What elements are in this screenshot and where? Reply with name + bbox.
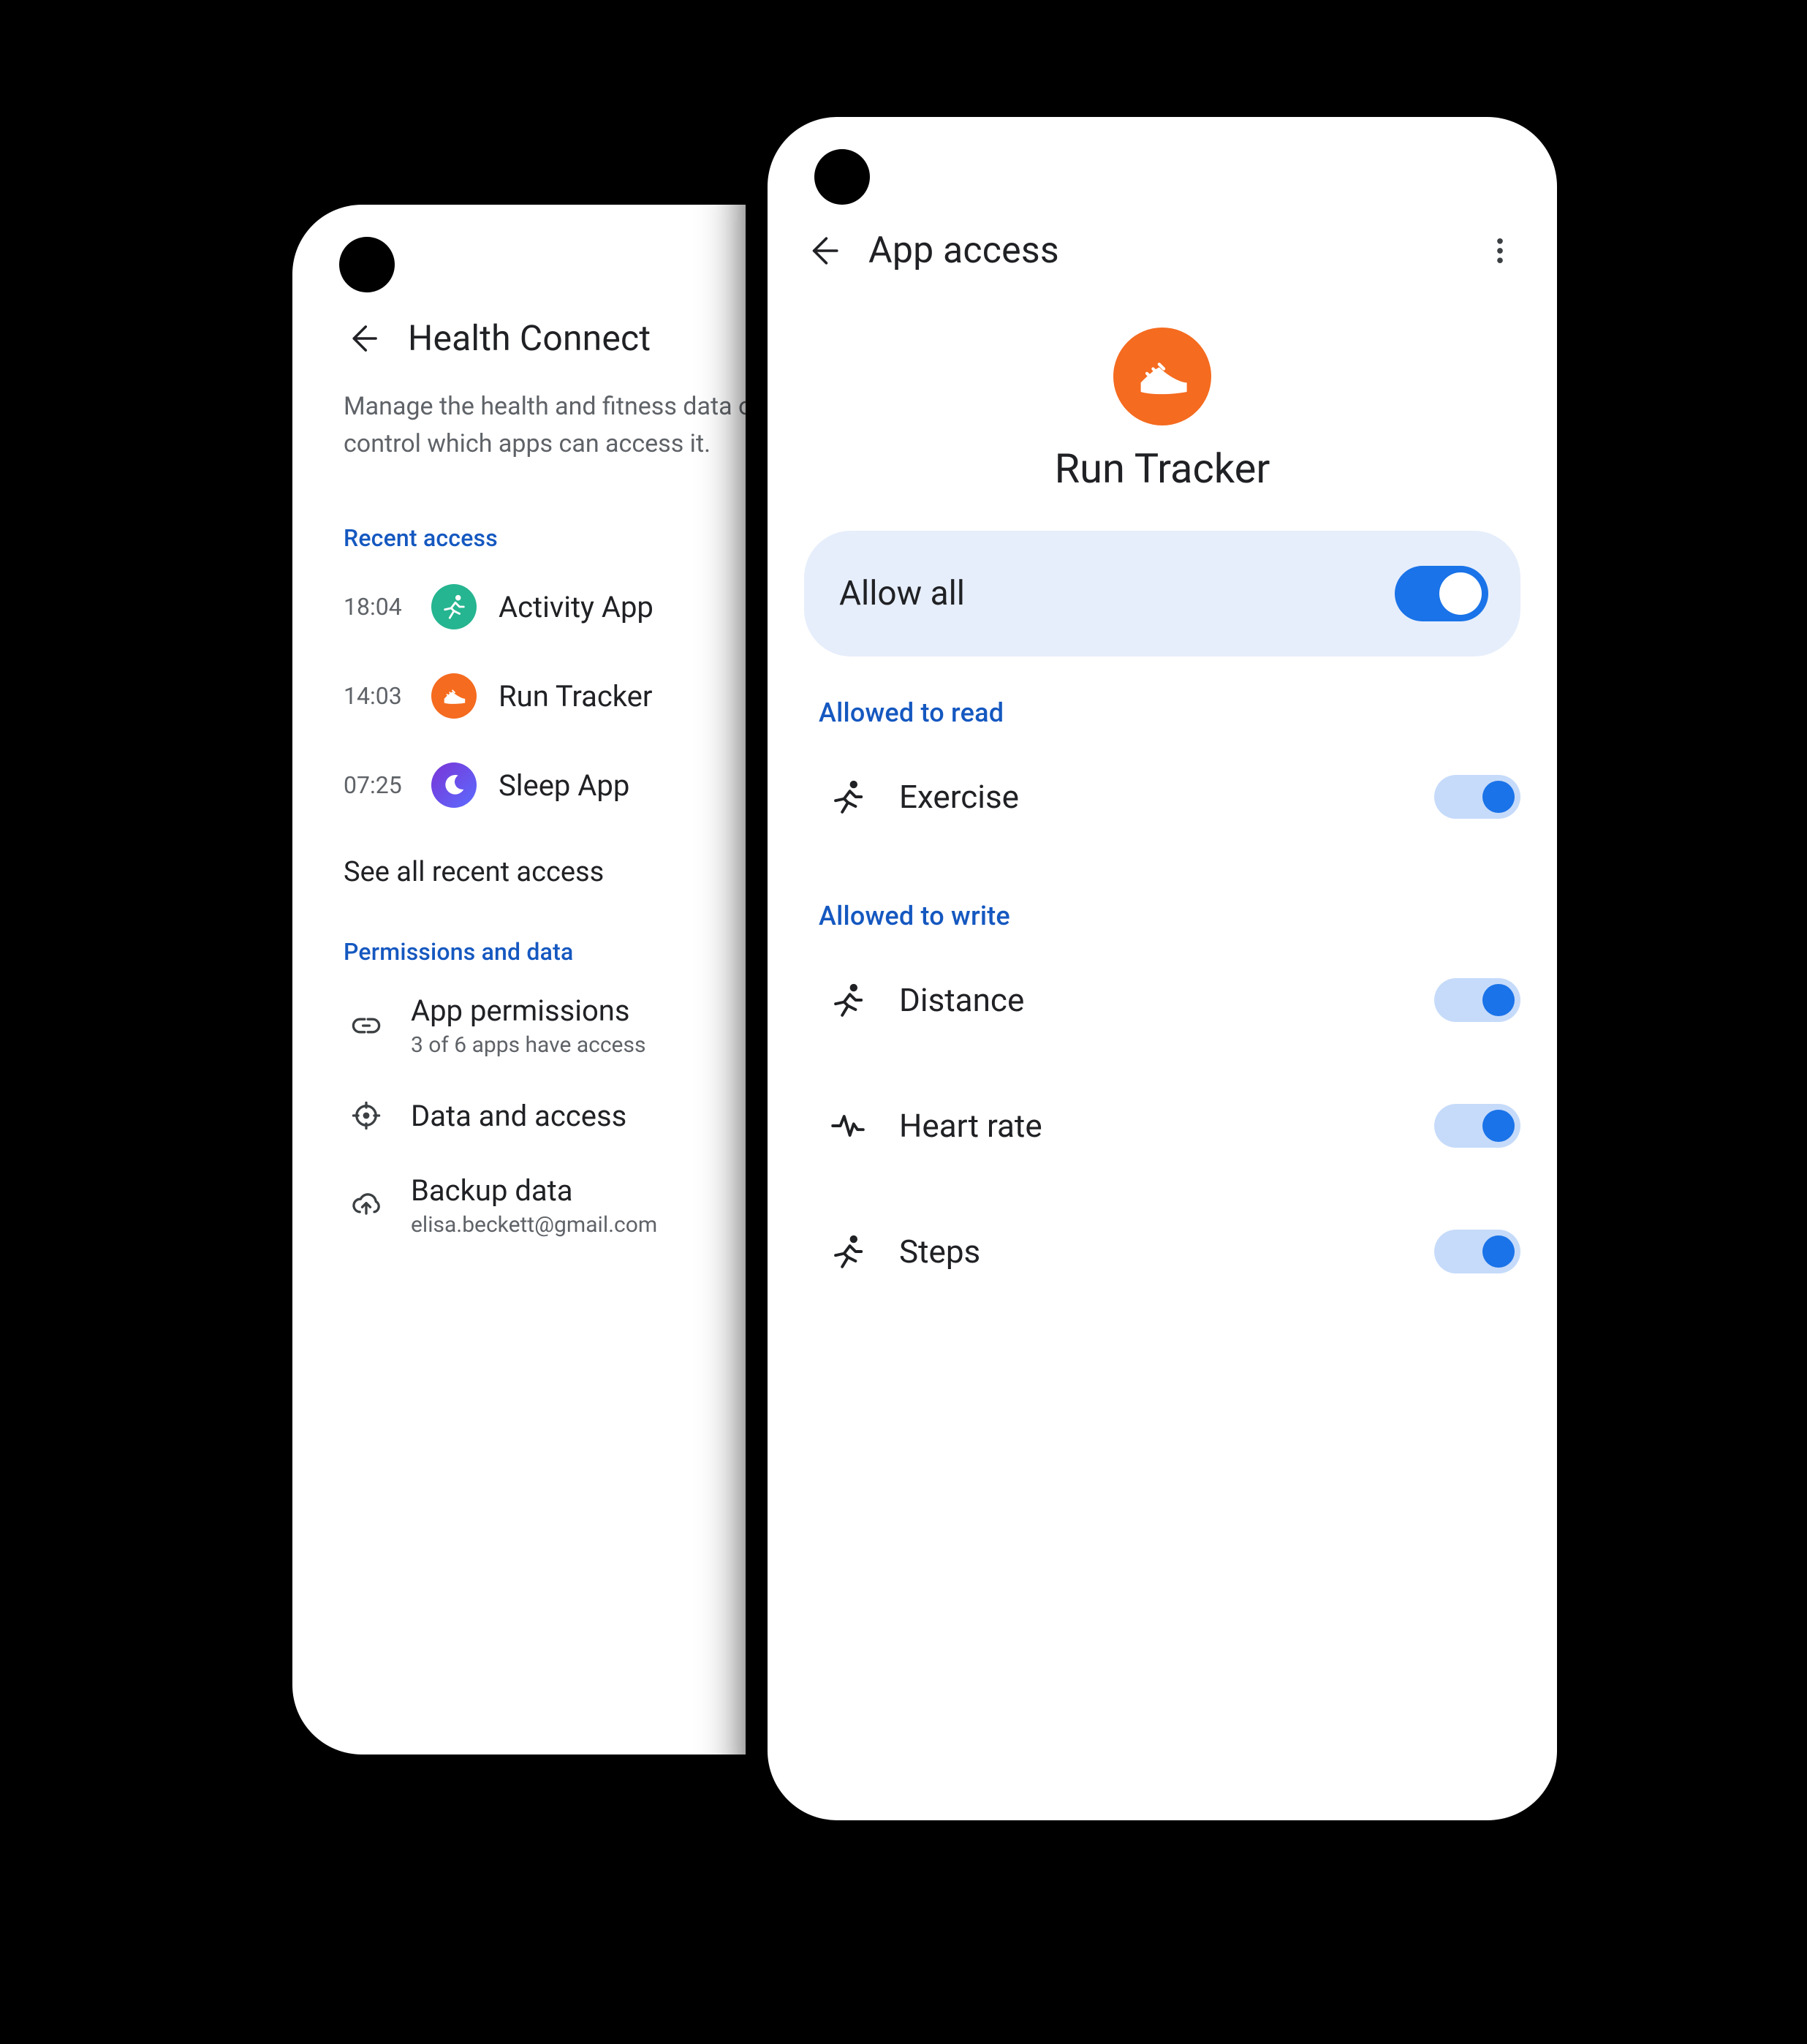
allow-all-label: Allow all bbox=[839, 574, 965, 613]
page-title: App access bbox=[868, 230, 1059, 272]
phone-earpiece bbox=[1067, 82, 1257, 96]
running-icon bbox=[819, 1222, 877, 1281]
allow-all-row[interactable]: Allow all bbox=[804, 531, 1520, 656]
permission-name: Exercise bbox=[899, 778, 1019, 816]
permission-name: Distance bbox=[899, 981, 1024, 1019]
target-icon bbox=[344, 1093, 389, 1138]
section-allowed-read: Allowed to read bbox=[804, 656, 1520, 734]
camera-cutout bbox=[814, 149, 870, 205]
shoe-icon bbox=[431, 673, 477, 719]
phone-earpiece bbox=[567, 170, 757, 184]
appbar: App access bbox=[804, 227, 1520, 301]
recent-access-name: Sleep App bbox=[499, 768, 629, 803]
back-button[interactable] bbox=[804, 230, 845, 271]
heartbeat-icon bbox=[819, 1097, 877, 1155]
more-button[interactable] bbox=[1480, 230, 1520, 271]
allow-all-toggle[interactable] bbox=[1395, 566, 1488, 621]
app-hero: Run Tracker bbox=[804, 301, 1520, 531]
recent-access-time: 07:25 bbox=[344, 771, 409, 799]
phone-front: App access Run Tracker Allow all Allowed… bbox=[746, 95, 1579, 1842]
recent-access-time: 18:04 bbox=[344, 593, 409, 621]
screen-app-access: App access Run Tracker Allow all Allowed… bbox=[768, 117, 1557, 1820]
permission-item[interactable]: Heart rate bbox=[804, 1063, 1520, 1189]
running-icon bbox=[819, 971, 877, 1029]
settings-item-sub: 3 of 6 apps have access bbox=[411, 1032, 645, 1058]
recent-access-time: 14:03 bbox=[344, 682, 409, 710]
running-icon bbox=[819, 768, 877, 826]
app-icon bbox=[1113, 328, 1211, 425]
permission-toggle[interactable] bbox=[1434, 978, 1520, 1022]
running-icon bbox=[431, 584, 477, 629]
page-title: Health Connect bbox=[408, 317, 651, 359]
settings-item-title: Backup data bbox=[411, 1173, 657, 1208]
link-icon bbox=[344, 1003, 389, 1048]
recent-access-name: Run Tracker bbox=[499, 679, 652, 713]
cloud-up-icon bbox=[344, 1183, 389, 1228]
permission-toggle[interactable] bbox=[1434, 1230, 1520, 1273]
permission-toggle[interactable] bbox=[1434, 1104, 1520, 1148]
permission-name: Steps bbox=[899, 1233, 980, 1271]
settings-item-title: App permissions bbox=[411, 993, 645, 1028]
app-name: Run Tracker bbox=[1055, 444, 1270, 493]
permission-toggle[interactable] bbox=[1434, 775, 1520, 819]
back-button[interactable] bbox=[344, 318, 384, 359]
permission-item[interactable]: Exercise bbox=[804, 734, 1520, 860]
settings-item-sub: elisa.beckett@gmail.com bbox=[411, 1212, 657, 1238]
permission-item[interactable]: Steps bbox=[804, 1189, 1520, 1314]
permission-name: Heart rate bbox=[899, 1107, 1042, 1145]
recent-access-name: Activity App bbox=[499, 590, 654, 624]
camera-cutout bbox=[339, 237, 395, 292]
section-allowed-write: Allowed to write bbox=[804, 860, 1520, 937]
permission-item[interactable]: Distance bbox=[804, 937, 1520, 1063]
settings-item-title: Data and access bbox=[411, 1099, 626, 1133]
moon-icon bbox=[431, 762, 477, 808]
